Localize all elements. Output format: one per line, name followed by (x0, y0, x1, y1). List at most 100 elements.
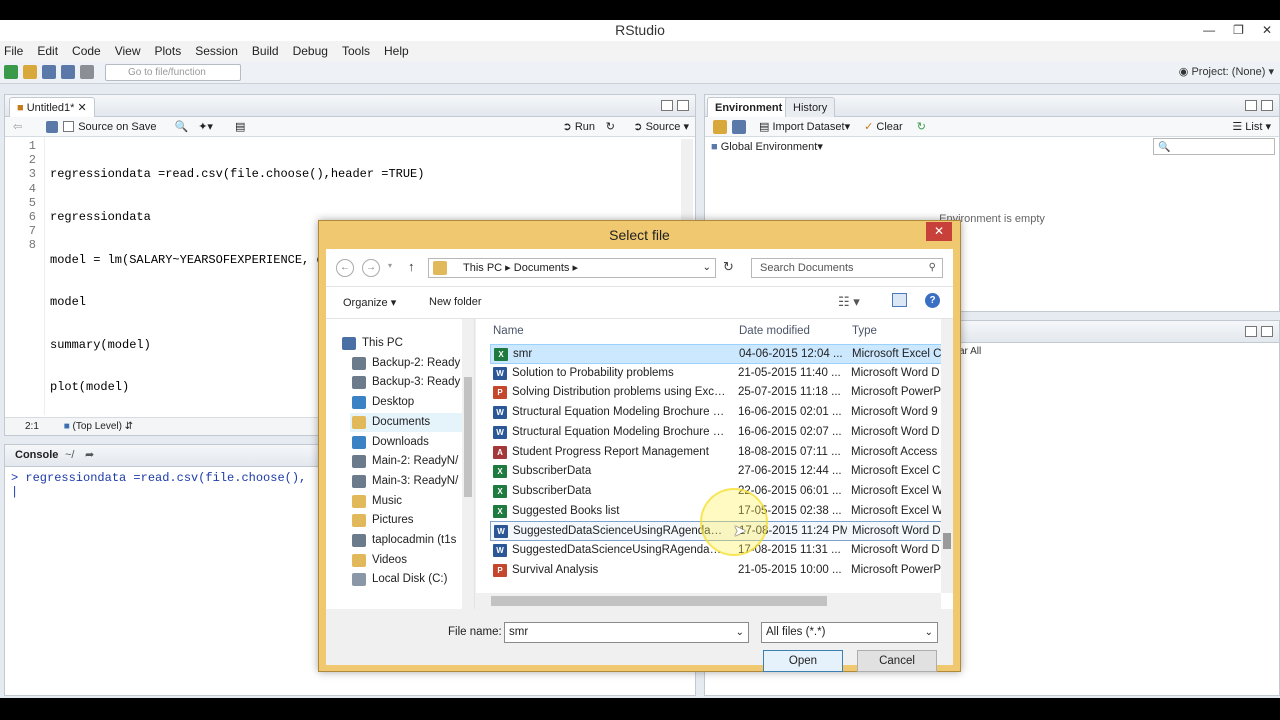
file-hscrollbar[interactable] (476, 593, 941, 609)
maximize-pane-icon[interactable] (677, 100, 689, 111)
file-vscrollbar[interactable] (941, 319, 953, 593)
nav-item[interactable]: Music (350, 492, 402, 511)
cancel-button[interactable]: Cancel (857, 650, 937, 672)
file-row[interactable]: P Survival Analysis 21-05-2015 10:00 ... Mi… (490, 561, 942, 581)
minimize-pane-icon[interactable] (1245, 326, 1257, 337)
menu-build[interactable]: Build (252, 44, 279, 58)
project-menu[interactable]: ◉ Project: (None) ▾ (1179, 65, 1274, 78)
list-view-button[interactable]: ☰ List ▾ (1232, 120, 1271, 133)
nav-item[interactable]: Desktop (350, 393, 414, 412)
goto-file-input[interactable]: Go to file/function (105, 63, 241, 81)
address-bar[interactable]: This PC ▸ Documents ▸ ⌄ (428, 258, 716, 278)
search-documents-input[interactable]: Search Documents ⚲ (751, 258, 943, 278)
load-workspace-icon[interactable] (713, 119, 727, 134)
file-row[interactable]: X SubscriberData 27-06-2015 12:44 ... Micro… (490, 462, 942, 482)
nav-item[interactable]: Main-2: ReadyN/ (350, 452, 458, 471)
save-editor-icon[interactable] (46, 120, 59, 133)
menu-file[interactable]: File (4, 44, 23, 58)
source-button[interactable]: ➲ Source ▾ (633, 120, 689, 133)
refresh-icon[interactable]: ↻ (723, 259, 734, 275)
column-date-modified[interactable]: Date modified (739, 325, 810, 337)
nav-scroll-thumb[interactable] (464, 377, 472, 497)
tab-history[interactable]: History (785, 97, 836, 117)
search-icon[interactable]: 🔍 (175, 120, 189, 133)
menu-session[interactable]: Session (195, 44, 238, 58)
breadcrumb-this-pc[interactable]: This PC (463, 262, 502, 274)
clear-all-button[interactable]: ar All (959, 346, 981, 357)
up-arrow-icon[interactable]: ↑ (408, 259, 415, 274)
close-tab-icon[interactable]: ✕ (77, 102, 86, 114)
wand-icon[interactable]: ✦▾ (198, 120, 213, 133)
refresh-icon[interactable]: ↻ (917, 120, 926, 133)
go-to-directory-icon[interactable]: ➦ (85, 448, 94, 461)
new-file-icon[interactable] (4, 65, 18, 79)
environment-search-input[interactable]: 🔍 (1153, 138, 1275, 155)
new-folder-button[interactable]: New folder (429, 296, 482, 308)
nav-item[interactable]: Main-3: ReadyN/ (350, 472, 458, 491)
maximize-pane-icon[interactable] (1261, 100, 1273, 111)
code-line[interactable]: regressiondata =read.csv(file.choose(),h… (50, 167, 468, 181)
save-all-icon[interactable] (61, 65, 75, 79)
file-row[interactable]: A Student Progress Report Management 18-08… (490, 443, 942, 463)
file-type-select[interactable]: All files (*.*) ⌄ (761, 622, 938, 643)
global-environment-selector[interactable]: ■ Global Environment▾ (711, 140, 823, 153)
scope-selector[interactable]: ■ (Top Level) ⇵ (64, 421, 133, 432)
notebook-icon[interactable]: ▤ (235, 120, 245, 133)
nav-item[interactable]: Videos (350, 551, 407, 570)
file-row[interactable]: W Structural Equation Modeling Brochure 2… (490, 423, 942, 443)
menu-help[interactable]: Help (384, 44, 409, 58)
minimize-pane-icon[interactable] (661, 100, 673, 111)
menu-plots[interactable]: Plots (155, 44, 182, 58)
view-options-icon[interactable]: ☷ ▾ (838, 294, 860, 310)
file-row[interactable]: W Solution to Probability problems 21-05-2… (490, 364, 942, 384)
dialog-close-button[interactable]: ✕ (926, 222, 952, 241)
print-icon[interactable] (80, 65, 94, 79)
source-on-save-checkbox[interactable] (63, 121, 75, 132)
nav-item[interactable]: Documents (350, 412, 474, 432)
menu-edit[interactable]: Edit (37, 44, 58, 58)
nav-scrollbar[interactable] (462, 319, 474, 609)
open-project-icon[interactable] (23, 65, 37, 79)
menu-code[interactable]: Code (72, 44, 101, 58)
nav-item[interactable]: Local Disk (C:) (350, 570, 447, 589)
file-name-input[interactable]: smr ⌄ (504, 622, 749, 643)
maximize-pane-icon[interactable] (1261, 326, 1273, 337)
menu-view[interactable]: View (115, 44, 141, 58)
file-row[interactable]: W Structural Equation Modeling Brochure 2… (490, 403, 942, 423)
nav-item[interactable]: Pictures (350, 511, 414, 530)
nav-item[interactable]: Backup-2: Ready (350, 354, 460, 373)
file-hscroll-thumb[interactable] (491, 596, 827, 606)
nav-item[interactable]: This PC (340, 334, 403, 353)
forward-arrow-icon[interactable]: → (362, 259, 380, 277)
help-icon[interactable]: ? (925, 293, 940, 308)
import-dataset-button[interactable]: ▤ Import Dataset▾ (759, 120, 850, 133)
run-button[interactable]: ➲ Run (563, 120, 595, 133)
console-cursor[interactable]: | (11, 485, 18, 499)
close-icon[interactable]: ✕ (1262, 20, 1272, 41)
menu-tools[interactable]: Tools (342, 44, 370, 58)
minimize-pane-icon[interactable] (1245, 100, 1257, 111)
column-name[interactable]: Name (493, 325, 524, 337)
nav-item[interactable]: Backup-3: Ready (350, 373, 460, 392)
nav-item[interactable]: Downloads (350, 433, 429, 452)
organize-button[interactable]: Organize ▾ (343, 296, 396, 309)
address-dropdown-icon[interactable]: ⌄ (703, 259, 711, 277)
tab-untitled1[interactable]: ■ Untitled1* ✕ (9, 97, 95, 117)
recent-locations-icon[interactable]: ▾ (388, 261, 392, 270)
nav-item[interactable]: taplocadmin (t1s (350, 531, 456, 550)
tab-environment[interactable]: Environment (707, 97, 791, 117)
breadcrumb-documents[interactable]: Documents (514, 262, 570, 274)
back-arrow-icon[interactable]: ⇦ (13, 120, 22, 133)
clear-button[interactable]: ✓ Clear (864, 120, 903, 133)
rerun-icon[interactable]: ↻ (606, 120, 615, 133)
back-arrow-icon[interactable]: ← (336, 259, 354, 277)
save-workspace-icon[interactable] (732, 119, 746, 134)
preview-pane-icon[interactable] (892, 293, 907, 307)
file-name-dropdown-icon[interactable]: ⌄ (736, 623, 744, 642)
open-button[interactable]: Open (763, 650, 843, 672)
file-vscroll-thumb[interactable] (943, 533, 951, 549)
file-row[interactable]: Xsmr 04-06-2015 12:04 ... Microsoft Excel … (490, 344, 942, 364)
restore-icon[interactable]: ❐ (1233, 20, 1244, 41)
menu-debug[interactable]: Debug (293, 44, 328, 58)
column-type[interactable]: Type (852, 325, 877, 337)
